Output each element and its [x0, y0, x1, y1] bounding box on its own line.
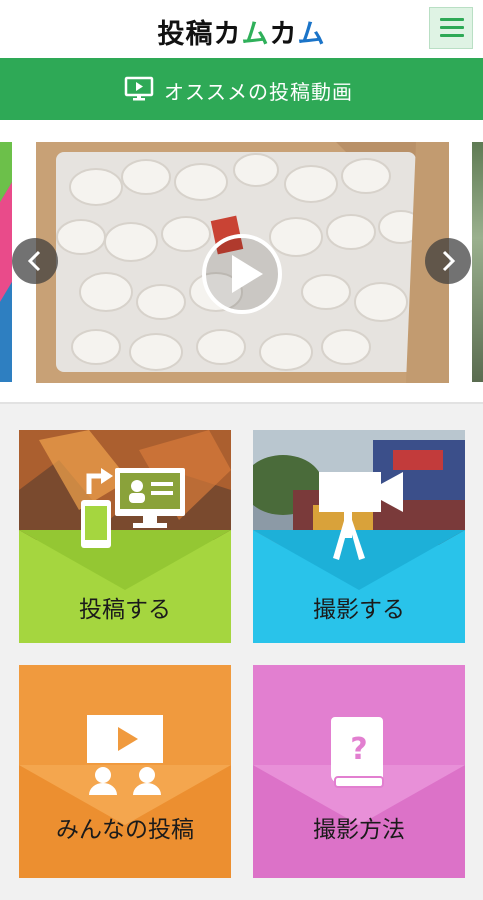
post-tile-label: 投稿する: [79, 597, 171, 623]
shoot-tile-label: 撮影する: [313, 597, 405, 623]
carousel-prev-button[interactable]: [12, 238, 58, 284]
app-header: 投稿カムカム: [0, 0, 483, 58]
recommended-videos-bar: オススメの投稿動画: [0, 58, 483, 120]
app-logo[interactable]: 投稿カムカム: [0, 12, 483, 51]
chevron-right-icon: [442, 250, 456, 272]
section-divider: [0, 402, 483, 404]
post-tile[interactable]: 投稿する: [19, 430, 231, 643]
how-to-shoot-tile-label: 撮影方法: [313, 817, 405, 843]
how-to-shoot-tile[interactable]: ? 撮影方法: [253, 665, 465, 878]
chevron-left-icon: [27, 250, 41, 272]
everyone-posts-tile-label: みんなの投稿: [56, 817, 194, 843]
menu-icon-bar: [440, 34, 464, 37]
previous-slide-peek[interactable]: [0, 142, 12, 382]
video-carousel[interactable]: [0, 120, 483, 402]
monitor-play-icon: [124, 76, 154, 101]
hamburger-menu-button[interactable]: [429, 7, 473, 49]
logo-text-part1: 投稿: [157, 19, 214, 50]
help-book-icon: ?: [331, 717, 384, 788]
play-icon[interactable]: [201, 233, 283, 315]
next-slide-peek[interactable]: [472, 142, 483, 382]
svg-text:?: ?: [350, 732, 367, 767]
shoot-tile[interactable]: 撮影する: [253, 430, 465, 643]
hamburger-menu-icon: [440, 18, 464, 21]
everyone-posts-tile[interactable]: みんなの投稿: [19, 665, 231, 878]
logo-text-part2: カムカム: [213, 19, 326, 50]
section-title: オススメの投稿動画: [164, 80, 353, 104]
menu-icon-bar: [440, 26, 464, 29]
carousel-next-button[interactable]: [425, 238, 471, 284]
